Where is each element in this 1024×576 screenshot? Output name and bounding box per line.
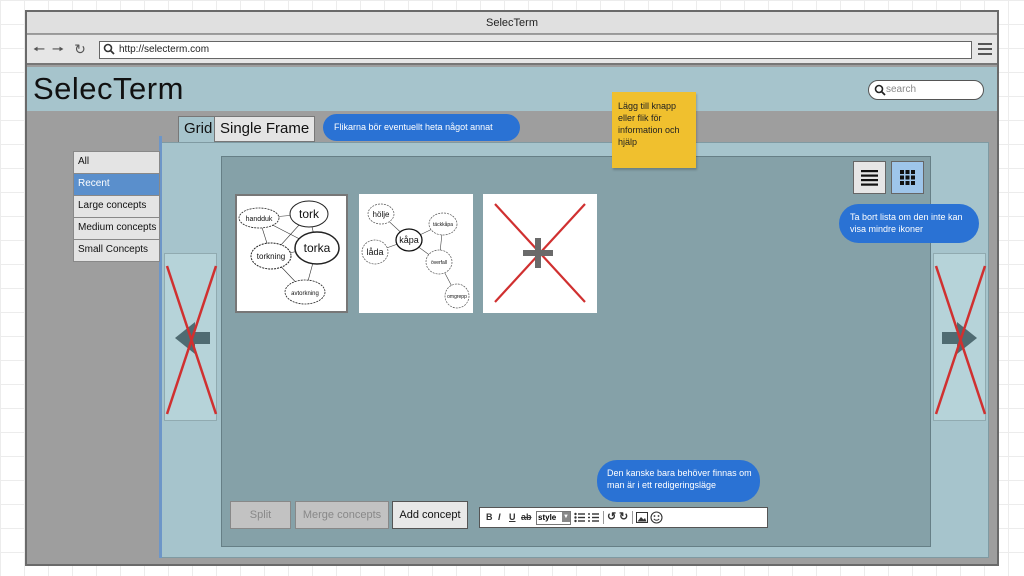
add-concept-button[interactable]: Add concept	[392, 501, 468, 529]
numbered-list-icon[interactable]	[588, 512, 599, 523]
svg-text:torkning: torkning	[257, 252, 285, 261]
window-title: SelecTerm	[27, 12, 997, 34]
svg-text:kåpa: kåpa	[399, 235, 419, 245]
forward-icon[interactable]: 🠖	[51, 42, 65, 56]
back-icon[interactable]: 🠔	[32, 42, 46, 56]
next-button[interactable]	[933, 253, 987, 421]
tab-grid[interactable]: Grid	[178, 116, 219, 142]
concept-thumbnail[interactable]: handduk tork torka torkning avtorkning	[235, 194, 348, 313]
svg-text:tork: tork	[299, 207, 320, 221]
merge-concepts-button[interactable]: Merge concepts	[295, 501, 389, 529]
category-item-all[interactable]: All	[73, 151, 160, 174]
image-icon[interactable]	[636, 512, 648, 523]
right-arrow-icon	[934, 265, 987, 415]
annotation-list-note: Ta bort lista om den inte kan visa mindr…	[839, 204, 979, 243]
image-placeholder-icon	[494, 203, 586, 303]
list-view-icon	[861, 170, 878, 186]
search-input[interactable]: search	[868, 80, 984, 100]
concept-thumbnail[interactable]: hölje kåpa låda överfall täckkåpa omgrep…	[359, 194, 473, 313]
svg-text:överfall: överfall	[431, 260, 447, 266]
app-logo: SelecTerm	[33, 71, 184, 106]
concept-thumbnail-placeholder[interactable]	[483, 194, 597, 313]
url-bar[interactable]: http://selecterm.com	[99, 41, 972, 59]
search-icon	[874, 84, 886, 96]
category-item-medium[interactable]: Medium concepts	[73, 218, 160, 240]
annotation-help-note: Lägg till knapp eller flik för informati…	[612, 92, 696, 168]
bold-button[interactable]: B	[486, 508, 493, 527]
svg-text:torka: torka	[304, 241, 331, 255]
italic-button[interactable]: I	[498, 508, 501, 527]
annotation-tabs-note: Flikarna bör eventuellt heta något annat	[323, 114, 520, 141]
concept-map-diagram: handduk tork torka torkning avtorkning	[238, 200, 340, 305]
category-item-small[interactable]: Small Concepts	[73, 240, 160, 262]
previous-button[interactable]	[164, 253, 218, 421]
rich-text-toolbar: B I U ab style ▼ ↺ ↻	[479, 507, 768, 528]
style-select[interactable]: style ▼	[536, 511, 571, 525]
reload-icon[interactable]: ↻	[73, 42, 87, 56]
grid-view-button[interactable]	[891, 161, 924, 194]
svg-text:omgrepp: omgrepp	[447, 294, 467, 300]
category-item-large[interactable]: Large concepts	[73, 196, 160, 218]
svg-text:handduk: handduk	[246, 216, 273, 223]
tab-single-frame[interactable]: Single Frame	[214, 116, 316, 142]
toolbar-divider	[603, 511, 604, 524]
toolbar-divider	[632, 511, 633, 524]
emoji-icon[interactable]	[650, 511, 663, 524]
redo-icon[interactable]: ↻	[619, 508, 628, 527]
menu-icon[interactable]	[978, 43, 992, 57]
grid-view-icon	[900, 170, 915, 185]
left-arrow-icon	[165, 265, 218, 415]
search-icon	[103, 43, 115, 55]
split-button[interactable]: Split	[230, 501, 291, 529]
category-menu: All Recent Large concepts Medium concept…	[73, 151, 160, 262]
svg-text:täckkåpa: täckkåpa	[433, 221, 453, 228]
svg-text:avtorkning: avtorkning	[291, 291, 319, 297]
chevron-down-icon: ▼	[562, 512, 570, 522]
undo-icon[interactable]: ↺	[607, 508, 616, 527]
bulleted-list-icon[interactable]	[574, 512, 585, 523]
url-text: http://selecterm.com	[119, 44, 210, 55]
annotation-edit-note: Den kanske bara behöver finnas om man är…	[597, 460, 760, 502]
search-placeholder: search	[886, 84, 917, 95]
concept-map-diagram: hölje kåpa låda överfall täckkåpa omgrep…	[361, 203, 470, 309]
style-select-value: style	[538, 513, 557, 522]
svg-text:låda: låda	[366, 247, 383, 257]
strikethrough-button[interactable]: ab	[521, 508, 532, 527]
svg-text:hölje: hölje	[373, 210, 390, 219]
list-view-button[interactable]	[853, 161, 886, 194]
category-item-recent[interactable]: Recent	[73, 174, 160, 196]
underline-button[interactable]: U	[509, 508, 516, 527]
